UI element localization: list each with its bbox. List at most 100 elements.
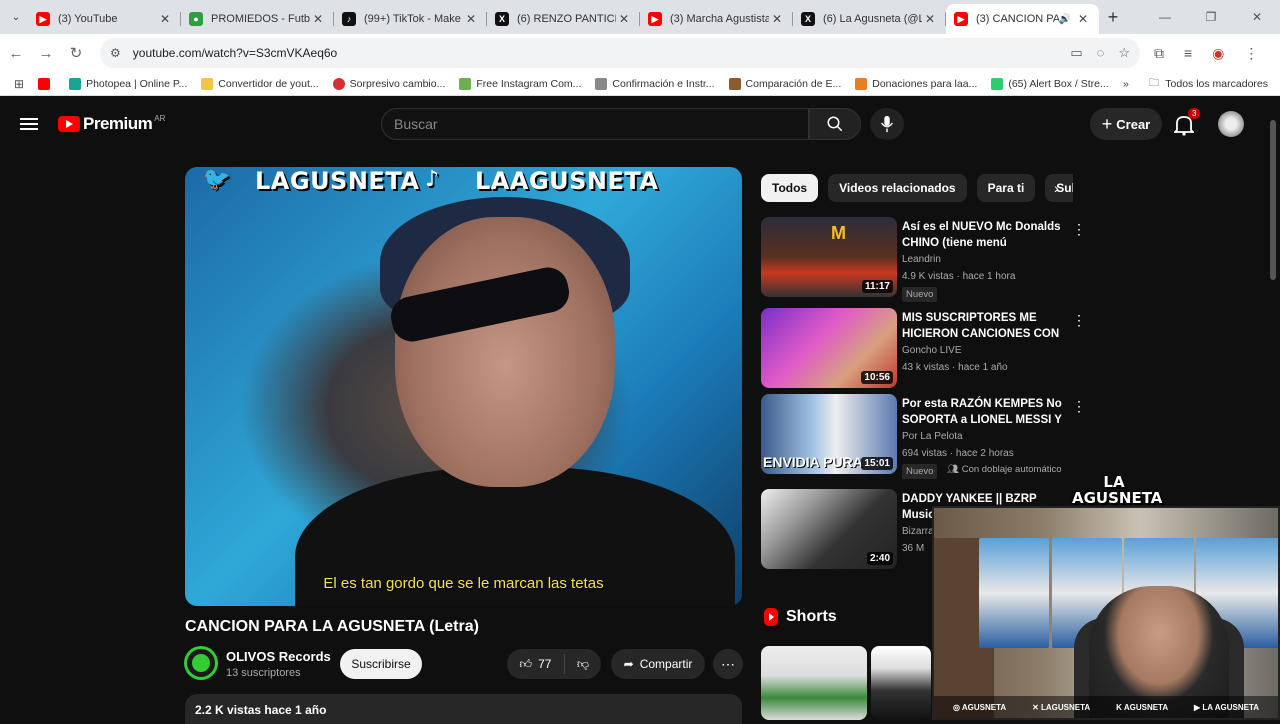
short-thumbnail[interactable]	[761, 646, 867, 720]
video-thumbnail[interactable]: M 11:17	[761, 217, 897, 297]
tiktok-favicon-icon: ♪	[342, 12, 356, 26]
bookmark-item[interactable]: Comparación de E...	[728, 77, 841, 90]
search-button[interactable]	[809, 108, 861, 140]
recommendation-item[interactable]: 10:56 MIS SUSCRIPTORES ME HICIERON CANCI…	[761, 308, 1086, 390]
chip-videos-relacionados[interactable]: Videos relacionados	[828, 174, 967, 202]
video-thumbnail[interactable]: ENVIDIA PURA 15:01	[761, 394, 897, 474]
rec-more-icon[interactable]: ⋮	[1072, 221, 1086, 238]
tab-search-chevron-icon[interactable]: ⌄	[4, 5, 28, 29]
omnibox[interactable]: ⚙ youtube.com/watch?v=S3cmVKAeq6o ▭ ◌ ☆	[100, 38, 1140, 68]
bookmark-item[interactable]: Convertidor de yout...	[201, 77, 319, 90]
youtube-favicon-icon: ▶	[36, 12, 50, 26]
browser-tab[interactable]: ● PROMIEDOS - Futbol A✕	[181, 4, 334, 34]
like-button[interactable]: 👍︎ 77	[507, 654, 565, 674]
rec-more-icon[interactable]: ⋮	[1072, 312, 1086, 329]
rec-channel[interactable]: Por La Pelota	[902, 431, 963, 442]
browser-tab-active[interactable]: ▶ (3) CANCION PARA🔊 ✕	[946, 4, 1099, 34]
browser-tab[interactable]: X (6) La Agusneta (@La ✕	[793, 4, 946, 34]
rec-channel[interactable]: Bizarra	[902, 526, 934, 537]
bookmark-item[interactable]: Free Instagram Com...	[459, 77, 581, 90]
bookmark-item[interactable]: Donaciones para laa...	[855, 77, 978, 90]
share-label: Compartir	[639, 657, 693, 671]
chip-todos[interactable]: Todos	[761, 174, 819, 202]
more-actions-icon[interactable]: ⋯	[713, 649, 743, 679]
extensions-icon[interactable]: ⧉	[1154, 45, 1164, 62]
site-info-icon[interactable]: ⚙	[110, 46, 121, 60]
minimize-icon[interactable]: —	[1142, 10, 1188, 24]
chrome-menu-icon[interactable]: ⋮	[1244, 45, 1258, 62]
bookmark-star-icon[interactable]: ☆	[1118, 45, 1130, 61]
search-input[interactable]: Buscar	[381, 108, 809, 140]
subscribe-button[interactable]: Suscribirse	[340, 649, 422, 679]
restore-icon[interactable]: ❐	[1188, 10, 1234, 24]
reload-icon[interactable]: ↻	[62, 44, 90, 62]
tab-close-icon[interactable]: ✕	[616, 12, 632, 26]
browser-tab[interactable]: ▶ (3) Marcha Agustista ✕	[640, 4, 793, 34]
chevron-right-icon[interactable]: ›	[1054, 180, 1059, 196]
tab-close-icon[interactable]: ✕	[1075, 12, 1091, 26]
eye-off-icon[interactable]: ◌	[1097, 45, 1105, 61]
browser-tab[interactable]: ♪ (99+) TikTok - Make Yo✕	[334, 4, 487, 34]
notification-count-badge: 3	[1188, 108, 1201, 119]
video-player[interactable]: 🐦 LAGUSNETA ♪ LAAGUSNETA El es tan gordo…	[185, 167, 742, 606]
bookmarks-overflow-icon[interactable]: »	[1123, 78, 1129, 90]
new-tab-button[interactable]: +	[1099, 7, 1127, 28]
bookmark-item[interactable]	[38, 77, 55, 90]
bookmark-item[interactable]: Sorpresivo cambio...	[332, 77, 445, 90]
tab-close-icon[interactable]: ✕	[157, 12, 173, 26]
cast-icon[interactable]: ▭	[1070, 45, 1082, 61]
x-favicon-icon: X	[801, 12, 815, 26]
page-scrollbar[interactable]	[1270, 120, 1276, 280]
notifications-button[interactable]: 3	[1172, 108, 1201, 136]
hamburger-menu-icon[interactable]	[20, 115, 38, 133]
recommendation-item[interactable]: M 11:17 Así es el NUEVO Mc Donalds CHINO…	[761, 217, 1086, 302]
media-queue-icon[interactable]: ≡	[1184, 45, 1192, 62]
tab-close-icon[interactable]: ✕	[769, 12, 785, 26]
share-arrow-icon: ➦	[623, 657, 634, 671]
chip-para-ti[interactable]: Para ti	[976, 174, 1036, 202]
browser-tab[interactable]: ▶ (3) YouTube ✕	[28, 4, 181, 34]
share-button[interactable]: ➦ Compartir	[611, 649, 705, 679]
instagram-tool-icon	[459, 77, 472, 90]
rec-meta: 36 M	[902, 543, 925, 554]
video-thumbnail[interactable]: 2:40	[761, 489, 897, 569]
create-button[interactable]: + Crear	[1090, 108, 1162, 140]
youtube-favicon-icon: ▶	[648, 12, 662, 26]
short-thumbnail[interactable]	[871, 646, 931, 720]
all-bookmarks-link[interactable]: Todos los marcadores	[1165, 78, 1268, 90]
handle-text: AGUSNETA	[1123, 702, 1169, 712]
video-thumbnail[interactable]: 10:56	[761, 308, 897, 388]
rec-channel[interactable]: Goncho LIVE	[902, 345, 961, 356]
bookmark-item[interactable]: Photopea | Online P...	[69, 77, 187, 90]
speaker-icon[interactable]: 🔊	[1059, 14, 1071, 25]
chip-subidos[interactable]: Subidos	[1045, 174, 1073, 202]
url-text[interactable]: youtube.com/watch?v=S3cmVKAeq6o	[133, 46, 337, 60]
auto-dub-badge: 👥︎ Con doblaje automático	[947, 464, 1062, 475]
tab-close-icon[interactable]: ✕	[310, 12, 326, 26]
tab-close-icon[interactable]: ✕	[922, 12, 938, 26]
bookmark-item[interactable]: Confirmación e Instr...	[595, 77, 715, 90]
rec-more-icon[interactable]: ⋮	[1072, 398, 1086, 415]
youtube-premium-logo[interactable]: Premium AR	[58, 114, 165, 134]
forward-icon[interactable]: →	[32, 45, 60, 62]
profile-icon[interactable]: ◉	[1212, 45, 1224, 62]
bookmark-item[interactable]: (65) Alert Box / Stre...	[991, 77, 1109, 90]
new-badge: Nuevo	[902, 464, 938, 479]
apps-grid-icon[interactable]: ⊞	[14, 77, 24, 91]
recommendation-item[interactable]: ENVIDIA PURA 15:01 Por esta RAZÓN KEMPES…	[761, 394, 1086, 479]
tab-title: PROMIEDOS - Futbol A	[211, 13, 310, 25]
back-icon[interactable]: ←	[2, 45, 30, 62]
user-avatar[interactable]	[1218, 111, 1244, 137]
channel-name[interactable]: OLIVOS Records	[226, 649, 331, 664]
close-window-icon[interactable]: ✕	[1234, 10, 1280, 24]
channel-avatar[interactable]	[187, 649, 215, 677]
voice-search-button[interactable]	[870, 108, 904, 140]
rec-title: Por esta RAZÓN KEMPES No SOPORTA a LIONE…	[902, 398, 1062, 426]
browser-tab[interactable]: X (6) RENZO PANTICH e✕	[487, 4, 640, 34]
rec-channel[interactable]: Leandrin	[902, 254, 941, 265]
like-dislike-group: 👍︎ 77 👎︎	[507, 649, 601, 679]
video-duration: 10:56	[861, 371, 893, 384]
tab-close-icon[interactable]: ✕	[463, 12, 479, 26]
dislike-button[interactable]: 👎︎	[565, 657, 601, 672]
bookmark-label: Donaciones para laa...	[872, 77, 978, 90]
